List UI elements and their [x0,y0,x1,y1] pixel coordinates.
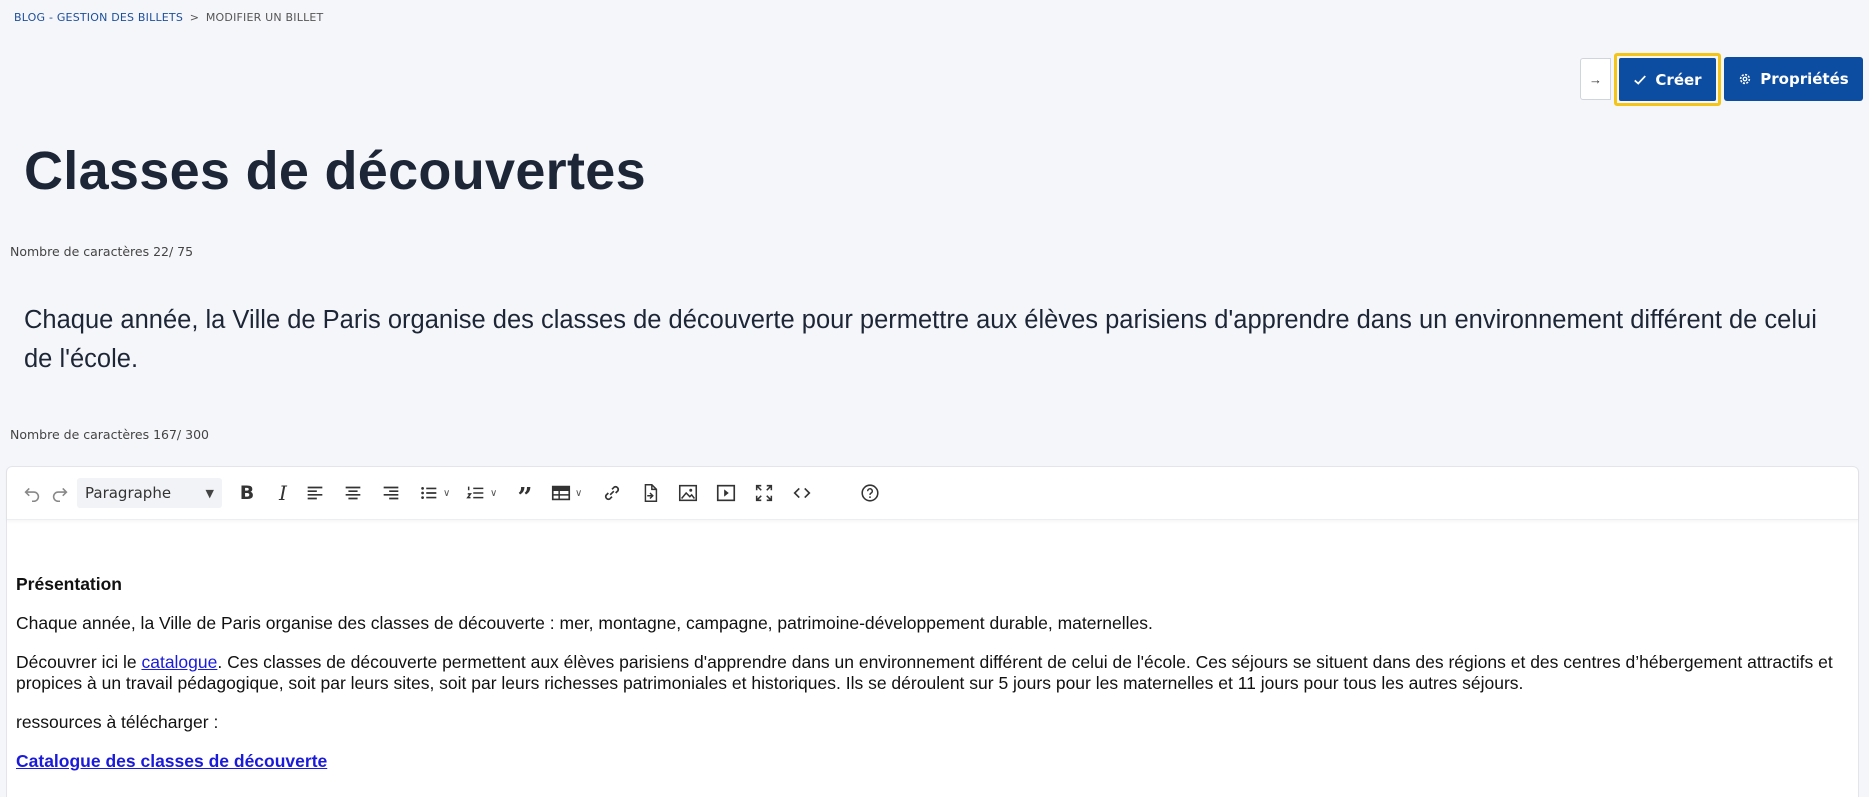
link-icon[interactable] [601,478,623,508]
catalogue-link[interactable]: catalogue [141,652,217,672]
bulleted-list-icon[interactable] [418,478,440,508]
arrow-right-icon: → [1589,71,1602,87]
numbered-list-chevron-icon[interactable]: ∨ [490,488,504,499]
create-button-focus-ring: Créer [1614,53,1721,106]
content-heading: Présentation [16,574,122,594]
editor-toolbar: Paragraphe ▼ B I ∨ ∨ ” ∨ [7,467,1858,520]
breadcrumb: BLOG - GESTION DES BILLETS > MODIFIER UN… [14,11,323,24]
breadcrumb-separator: > [189,11,200,24]
create-button-label: Créer [1655,70,1702,89]
check-icon [1634,74,1647,85]
content-paragraph: Chaque année, la Ville de Paris organise… [16,613,1153,633]
rich-text-editor: Paragraphe ▼ B I ∨ ∨ ” ∨ Présentation Ch… [6,466,1859,797]
content-paragraph: Catalogue des classes de découverte [16,751,1858,772]
properties-button[interactable]: Propriétés [1724,57,1863,101]
chevron-down-icon: ▼ [205,486,214,500]
create-button[interactable]: Créer [1619,58,1716,101]
align-center-icon[interactable] [342,478,364,508]
paragraph-text: Découvrer ici le [16,652,142,672]
help-icon[interactable] [859,478,881,508]
insert-file-icon[interactable] [639,478,661,508]
numbered-list-icon[interactable] [465,478,487,508]
content-paragraph: ressources à télécharger : [16,712,219,732]
insert-image-icon[interactable] [677,478,699,508]
italic-icon[interactable]: I [268,478,298,508]
blockquote-icon[interactable]: ” [512,478,538,513]
lead-char-count: Nombre de caractères 167/ 300 [10,427,209,442]
properties-button-label: Propriétés [1760,70,1849,88]
block-format-value: Paragraphe [85,484,172,502]
source-code-icon[interactable] [791,478,813,508]
list-options-chevron-icon[interactable]: ∨ [443,488,457,499]
gear-icon [1740,73,1751,85]
breadcrumb-blog-link[interactable]: BLOG - GESTION DES BILLETS [14,11,183,24]
block-format-select[interactable]: Paragraphe ▼ [77,478,222,508]
catalogue-download-link[interactable]: Catalogue des classes de découverte [16,751,327,771]
action-bar: → Créer Propriétés [1580,53,1863,106]
undo-icon[interactable] [21,478,43,508]
editor-content[interactable]: Présentation Chaque année, la Ville de P… [7,520,1858,772]
redo-icon[interactable] [49,478,71,508]
toggle-panel-button[interactable]: → [1580,58,1611,100]
breadcrumb-current: MODIFIER UN BILLET [205,11,324,24]
fullscreen-icon[interactable] [753,478,775,508]
page-title[interactable]: Classes de découvertes [24,140,646,202]
bold-icon[interactable]: B [232,478,262,508]
table-icon[interactable] [550,478,572,508]
table-options-chevron-icon[interactable]: ∨ [575,488,589,499]
align-left-icon[interactable] [304,478,326,508]
paragraph-text: . Ces classes de découverte permettent a… [16,652,1833,693]
content-paragraph: Découvrer ici le catalogue. Ces classes … [16,652,1858,694]
insert-media-icon[interactable] [715,478,737,508]
title-char-count: Nombre de caractères 22/ 75 [10,244,194,259]
align-right-icon[interactable] [380,478,402,508]
lead-text-input[interactable]: Chaque année, la Ville de Paris organise… [24,301,1834,379]
